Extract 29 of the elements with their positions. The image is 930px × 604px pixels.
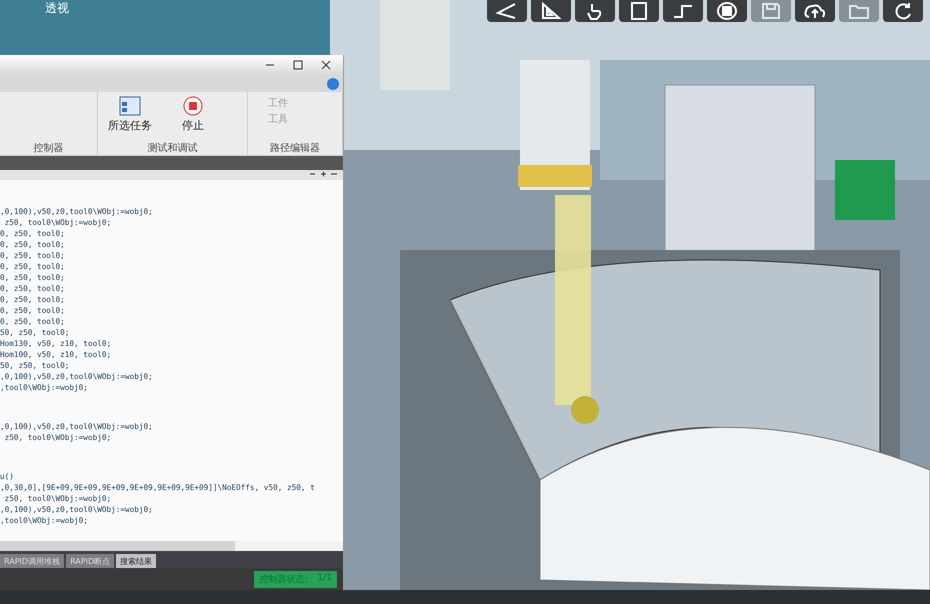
stop-icon bbox=[183, 96, 204, 116]
maximize-button[interactable] bbox=[291, 58, 305, 72]
view-label: 透视 bbox=[45, 0, 69, 17]
refresh-tool-button[interactable] bbox=[883, 0, 923, 22]
save-icon bbox=[759, 1, 783, 21]
angle-tool-button[interactable] bbox=[487, 0, 527, 22]
code-editor[interactable] bbox=[0, 180, 343, 541]
rotate-tool-button[interactable] bbox=[707, 0, 747, 22]
selected-tasks-button[interactable]: 所选任务 bbox=[108, 96, 152, 133]
maximize-icon bbox=[293, 60, 303, 70]
frame-tool-button[interactable] bbox=[619, 0, 659, 22]
panel-tab[interactable]: 搜索结果 bbox=[116, 554, 156, 568]
hand-tool-button[interactable] bbox=[575, 0, 615, 22]
zoom-controls-icon[interactable] bbox=[309, 170, 339, 178]
close-button[interactable] bbox=[319, 58, 333, 72]
ribbon-group-label: 控制器 bbox=[32, 142, 65, 155]
panel-tab[interactable]: RAPID断点 bbox=[66, 554, 114, 568]
panel-tab[interactable]: RAPID调用堆栈 bbox=[0, 554, 64, 568]
help-icon[interactable] bbox=[327, 78, 339, 90]
ruler-tool-button[interactable] bbox=[531, 0, 571, 22]
rotate-icon bbox=[715, 1, 739, 21]
ribbon-group-label: 测试和调试 bbox=[146, 142, 198, 155]
horizontal-scrollbar[interactable] bbox=[0, 541, 235, 551]
upload-tool-button[interactable] bbox=[795, 0, 835, 22]
stop-button[interactable]: 停止 bbox=[182, 96, 204, 133]
path-tool-button[interactable] bbox=[663, 0, 703, 22]
ribbon-group-label: 路径编辑器 bbox=[268, 142, 321, 155]
close-icon bbox=[321, 60, 331, 70]
task-list-icon bbox=[119, 96, 142, 116]
